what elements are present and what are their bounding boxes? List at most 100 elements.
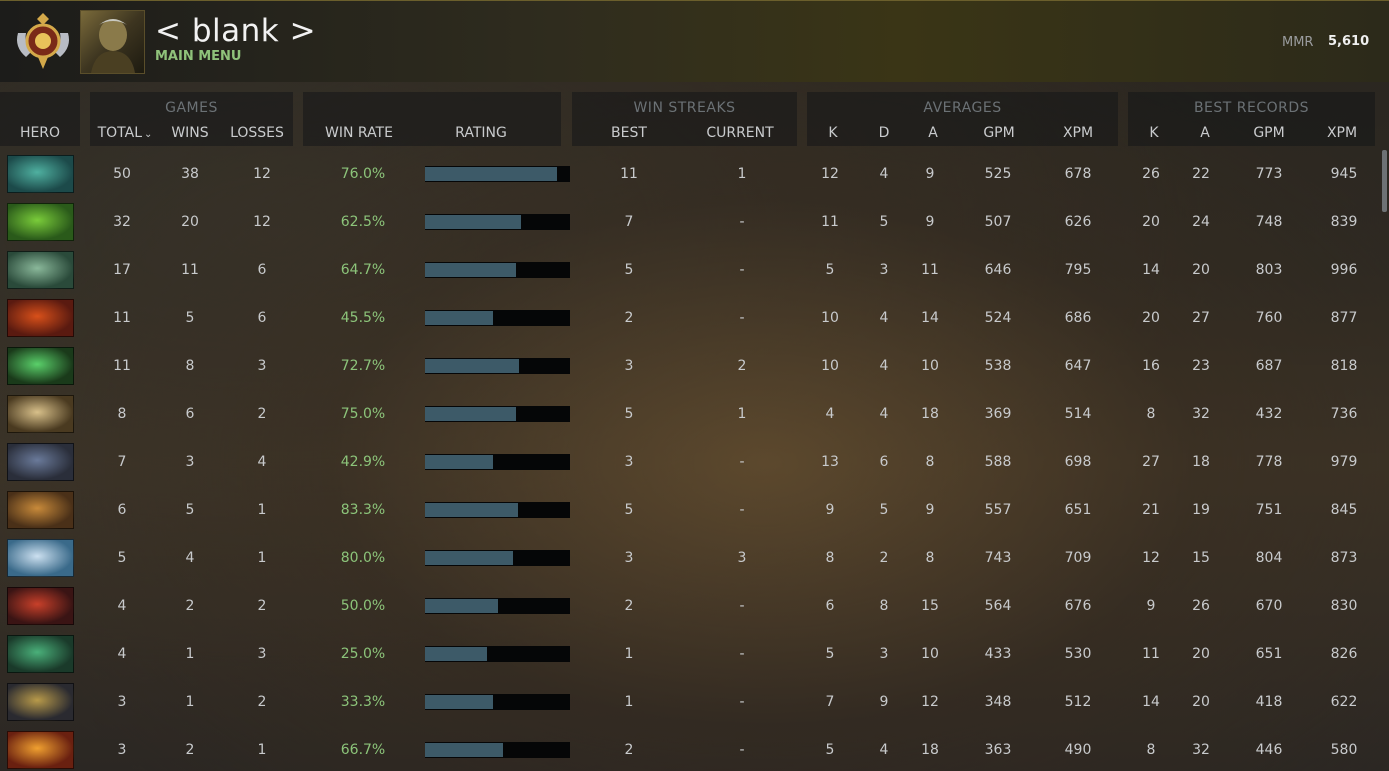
table-row[interactable]: 3 2 1 66.7% 2-5 4 18 363 490 8 32 446 580 [0, 726, 1380, 771]
col-hero[interactable]: HERO [0, 125, 80, 141]
cell-k: 5 [825, 742, 835, 758]
col-avg-d[interactable]: D [869, 125, 899, 141]
table-row[interactable]: 17 11 6 64.7% 5 - 5 3 11 646 795 14 20 803 996 [0, 246, 1380, 294]
hero-10-icon[interactable] [7, 587, 74, 625]
col-losses[interactable]: LOSSES [227, 125, 287, 141]
hero-1-icon[interactable] [7, 155, 74, 193]
col-rating[interactable]: RATING [441, 125, 521, 141]
hero-6-icon[interactable] [7, 395, 74, 433]
rating-bar [425, 694, 570, 710]
mmr-value: 5,610 [1328, 34, 1370, 49]
cell-rxpm: 818 [1330, 358, 1358, 374]
table-row[interactable]: 6 5 1 83.3% 5-9 5 9 557 651 21 19 751 845 [0, 486, 1380, 534]
cell-wins: 1 [185, 646, 195, 662]
col-win-rate[interactable]: WIN RATE [319, 125, 399, 141]
table-row[interactable]: 11 8 3 72.7% 3 2 10 4 10 538 647 16 23 687 818 [0, 342, 1380, 390]
rating-bar [425, 262, 570, 278]
cell-gpm: 743 [984, 550, 1012, 566]
hero-7-icon[interactable] [7, 443, 74, 481]
cell-rgpm: 432 [1255, 406, 1283, 422]
col-total[interactable]: TOTAL ⌄ [94, 125, 156, 141]
cell-ra: 19 [1192, 502, 1210, 518]
cell-a: 11 [921, 262, 939, 278]
table-row[interactable]: 8 6 2 75.0% 5 1 4 4 18 369 514 8 32 432 736 [0, 390, 1380, 438]
cell-best: 3 [624, 550, 634, 566]
hero-12-icon[interactable] [7, 683, 74, 721]
cell-k: 4 [825, 406, 835, 422]
cell-ra: 27 [1192, 310, 1210, 326]
table-row[interactable]: 32 20 12 62.5% 7 - 11 5 9 507 626 20 24 748 839 [0, 198, 1380, 246]
cell-current: - [739, 310, 745, 326]
avatar[interactable] [80, 10, 145, 74]
rating-bar-fill [425, 311, 493, 325]
table-row[interactable]: 7 3 4 42.9% 3 - 13 6 8 588 698 27 18 778 979 [0, 438, 1380, 486]
cell-d: 2 [879, 550, 889, 566]
cell-d: 3 [879, 262, 889, 278]
hero-5-icon[interactable] [7, 347, 74, 385]
cell-best: 5 [624, 406, 634, 422]
cell-losses: 1 [257, 502, 267, 518]
table-row[interactable]: 11 5 6 45.5% 2 - 10 4 14 524 686 20 27 760 877 [0, 294, 1380, 342]
games-header: GAMES TOTAL ⌄ WINS LOSSES [90, 92, 293, 146]
table-row[interactable]: 5 4 1 80.0% 3 3 8 2 8 743 709 12 15 804 873 [0, 534, 1380, 582]
rating-bar [425, 454, 570, 470]
cell-win-rate: 64.7% [340, 262, 386, 278]
cell-win-rate: 25.0% [340, 646, 386, 662]
col-avg-xpm[interactable]: XPM [1053, 125, 1103, 141]
cell-k: 8 [825, 550, 835, 566]
cell-wins: 2 [185, 598, 195, 614]
col-rec-k[interactable]: K [1139, 125, 1169, 141]
cell-gpm: 524 [984, 310, 1012, 326]
cell-rgpm: 778 [1255, 454, 1283, 470]
table-row[interactable]: 3 1 2 33.3% 1-7 9 12 348 512 14 20 418 622 [0, 678, 1380, 726]
cell-k: 12 [821, 166, 839, 182]
col-avg-a[interactable]: A [918, 125, 948, 141]
cell-best: 3 [624, 454, 634, 470]
col-current[interactable]: CURRENT [700, 125, 780, 141]
cell-losses: 3 [257, 358, 267, 374]
cell-losses: 1 [257, 742, 267, 758]
hero-2-icon[interactable] [7, 203, 74, 241]
col-avg-k[interactable]: K [818, 125, 848, 141]
hero-4-icon[interactable] [7, 299, 74, 337]
cell-a: 8 [925, 550, 935, 566]
cell-current: 3 [737, 550, 747, 566]
cell-wins: 2 [185, 742, 195, 758]
winrate-header: WIN RATE RATING [303, 92, 561, 146]
cell-ra: 22 [1192, 166, 1210, 182]
hero-11-icon[interactable] [7, 635, 74, 673]
hero-9-icon[interactable] [7, 539, 74, 577]
col-avg-gpm[interactable]: GPM [974, 125, 1024, 141]
cell-a: 18 [921, 406, 939, 422]
col-rec-xpm[interactable]: XPM [1317, 125, 1367, 141]
cell-xpm: 490 [1064, 742, 1092, 758]
cell-losses: 6 [257, 262, 267, 278]
hero-8-icon[interactable] [7, 491, 74, 529]
cell-a: 9 [925, 166, 935, 182]
hero-3-icon[interactable] [7, 251, 74, 289]
cell-rk: 11 [1142, 646, 1160, 662]
cell-wins: 1 [185, 694, 195, 710]
table-row[interactable]: 4 1 3 25.0% 1 - 5 3 10 433 530 11 20 651 826 [0, 630, 1380, 678]
main-menu-link[interactable]: MAIN MENU [155, 49, 242, 64]
col-rec-a[interactable]: A [1190, 125, 1220, 141]
cell-rxpm: 845 [1330, 502, 1358, 518]
table-row[interactable]: 50 38 12 76.0% 11 1 12 4 9 525 678 26 22 773 945 [0, 150, 1380, 198]
col-rec-gpm[interactable]: GPM [1244, 125, 1294, 141]
col-best[interactable]: BEST [604, 125, 654, 141]
cell-a: 10 [921, 646, 939, 662]
hero-13-icon[interactable] [7, 731, 74, 769]
cell-a: 18 [921, 742, 939, 758]
table-row[interactable]: 4 2 2 50.0% 2 - 6 8 15 564 676 9 26 670 830 [0, 582, 1380, 630]
col-wins[interactable]: WINS [160, 125, 220, 141]
cell-d: 4 [879, 166, 889, 182]
cell-win-rate: 76.0% [340, 166, 386, 182]
scrollbar[interactable] [1382, 150, 1387, 212]
rating-bar [425, 598, 570, 614]
cell-ra: 18 [1192, 454, 1210, 470]
cell-gpm: 507 [984, 214, 1012, 230]
mmr-label: MMR [1282, 35, 1314, 50]
player-name[interactable]: < blank > [155, 13, 316, 49]
rating-bar-fill [425, 695, 493, 709]
cell-ra: 20 [1192, 646, 1210, 662]
